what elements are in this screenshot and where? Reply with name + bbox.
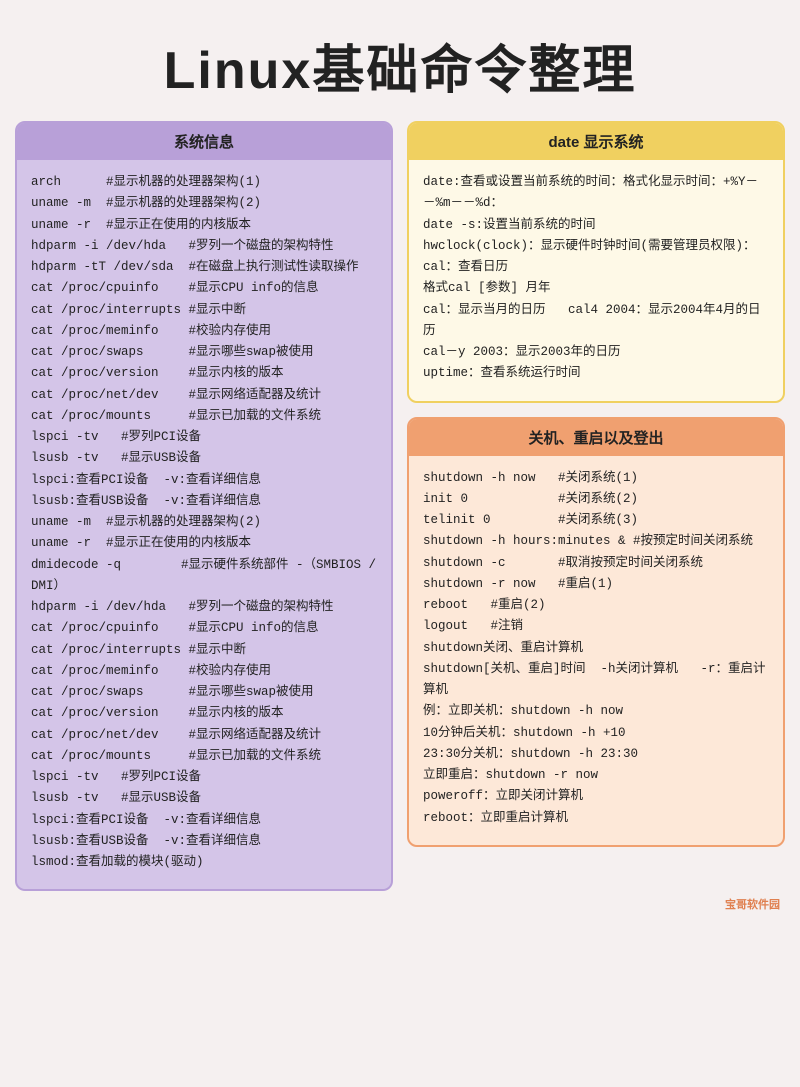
shutdown-header: 关机、重启以及登出 <box>409 419 783 456</box>
right-column: date 显示系统 date:查看或设置当前系统的时间：格式化显示时间：+%Y－… <box>407 121 785 847</box>
left-column: 系统信息 arch #显示机器的处理器架构(1) uname -m #显示机器的… <box>15 121 393 891</box>
shutdown-box: 关机、重启以及登出 shutdown -h now #关闭系统(1) init … <box>407 417 785 847</box>
title-section: Linux基础命令整理 <box>15 10 785 121</box>
main-title: Linux基础命令整理 <box>15 28 785 103</box>
system-info-content: arch #显示机器的处理器架构(1) uname -m #显示机器的处理器架构… <box>17 168 391 877</box>
shutdown-content: shutdown -h now #关闭系统(1) init 0 #关闭系统(2)… <box>409 464 783 833</box>
system-info-header: 系统信息 <box>17 123 391 160</box>
date-display-content: date:查看或设置当前系统的时间：格式化显示时间：+%Y－－%m－－%d： d… <box>409 168 783 389</box>
date-display-header: date 显示系统 <box>409 123 783 160</box>
page-wrapper: Linux基础命令整理 系统信息 arch #显示机器的处理器架构(1) una… <box>0 0 800 932</box>
watermark-text: 宝哥软件园 <box>725 899 780 911</box>
content-grid: 系统信息 arch #显示机器的处理器架构(1) uname -m #显示机器的… <box>15 121 785 891</box>
footer-watermark: 宝哥软件园 <box>15 891 785 912</box>
system-info-box: 系统信息 arch #显示机器的处理器架构(1) uname -m #显示机器的… <box>15 121 393 891</box>
date-display-box: date 显示系统 date:查看或设置当前系统的时间：格式化显示时间：+%Y－… <box>407 121 785 403</box>
